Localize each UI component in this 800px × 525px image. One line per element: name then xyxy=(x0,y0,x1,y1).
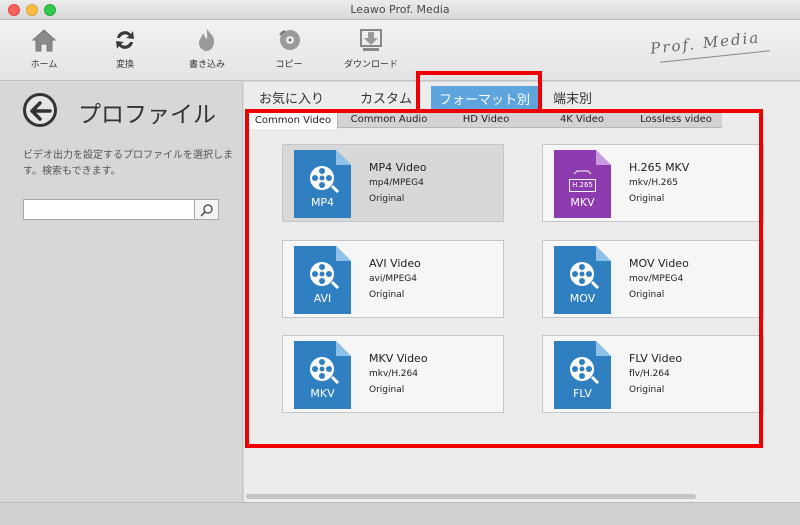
scrollbar-thumb[interactable] xyxy=(246,494,696,499)
content-highlight-frame xyxy=(245,109,763,448)
toolbar-home-label: ホーム xyxy=(30,60,58,70)
toolbar-home-button[interactable]: ホーム xyxy=(9,26,79,76)
convert-icon xyxy=(116,31,134,49)
profile-title: プロファイル xyxy=(78,102,216,128)
search-button[interactable] xyxy=(194,200,218,219)
toolbar-convert-button[interactable]: 変換 xyxy=(90,26,160,76)
arrow-left-icon xyxy=(30,101,52,121)
main-panel: お気に入り カスタム フォーマット別 端末別 Common Video Comm… xyxy=(244,71,800,502)
bottom-status-bar xyxy=(0,502,800,525)
download-icon xyxy=(360,29,382,51)
title-bar: Leawo Prof. Media xyxy=(0,0,800,20)
toolbar-download-label: ダウンロード xyxy=(343,60,398,70)
toolbar-burn-label: 書き込み xyxy=(188,60,225,70)
search-input[interactable] xyxy=(24,200,196,219)
toolbar-download-button[interactable]: ダウンロード xyxy=(336,26,406,76)
toolbar-copy-button[interactable]: コピー xyxy=(254,26,324,76)
home-icon xyxy=(31,29,57,52)
copy-disc-icon xyxy=(279,30,300,50)
profile-search xyxy=(23,199,219,220)
main-toolbar: ホーム 変換 書き込み コピー ダウンロード Prof. Media xyxy=(0,20,800,81)
toolbar-copy-label: コピー xyxy=(275,60,303,70)
burn-icon xyxy=(199,29,215,51)
back-button[interactable] xyxy=(23,93,57,127)
toolbar-burn-button[interactable]: 書き込み xyxy=(172,26,242,76)
toolbar-convert-label: 変換 xyxy=(115,60,134,70)
window-title: Leawo Prof. Media xyxy=(350,3,450,16)
profile-description: ビデオ出力を設定するプロファイルを選択します。検索もできます。 xyxy=(23,150,233,177)
profile-sidebar: プロファイル ビデオ出力を設定するプロファイルを選択します。検索もできます。 xyxy=(0,82,243,502)
search-icon xyxy=(200,204,213,217)
horizontal-scrollbar[interactable] xyxy=(244,492,800,502)
